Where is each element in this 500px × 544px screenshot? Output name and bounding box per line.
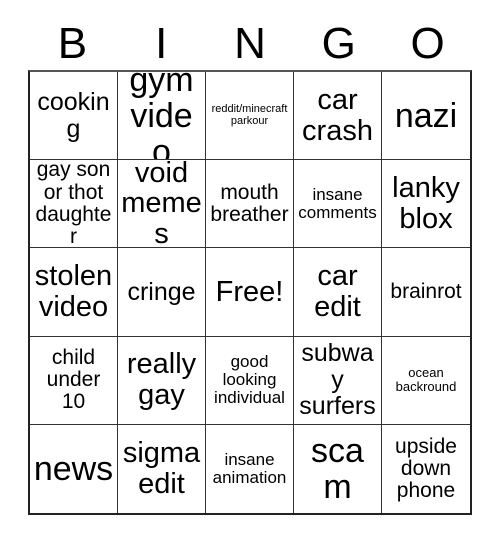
bingo-header: BINGO xyxy=(28,18,472,70)
bingo-cell[interactable]: void memes xyxy=(118,160,206,249)
bingo-cell[interactable]: cooking xyxy=(30,72,118,161)
bingo-cell[interactable]: good looking individual xyxy=(206,336,294,425)
bingo-cell[interactable]: car edit xyxy=(294,248,382,337)
bingo-cell[interactable]: sigma edit xyxy=(118,424,206,513)
bingo-cell-label: Free! xyxy=(215,275,284,308)
bingo-cell[interactable]: insane animation xyxy=(206,424,294,513)
bingo-cell-label: nazi xyxy=(394,96,458,135)
bingo-cell[interactable]: reddit/minecraft parkour xyxy=(206,72,294,161)
bingo-cell[interactable]: upside down phone xyxy=(382,424,470,513)
bingo-cell-label: cooking xyxy=(37,88,110,143)
bingo-cell-label: void memes xyxy=(121,160,202,249)
bingo-cell[interactable]: car crash xyxy=(294,72,382,161)
bingo-cell-label: gay son or thot daughter xyxy=(35,160,112,249)
bingo-header-letter-o: O xyxy=(410,19,445,68)
bingo-header-letter-i: I xyxy=(155,19,168,68)
bingo-cell-label: insane animation xyxy=(212,449,287,487)
bingo-cell-label: insane comments xyxy=(298,184,377,222)
bingo-cell[interactable]: mouth breather xyxy=(206,160,294,249)
bingo-cell[interactable]: subway surfers xyxy=(294,336,382,425)
bingo-cell-label: upside down phone xyxy=(395,434,457,503)
bingo-grid: cooking gym video reddit/minecraft parkour… xyxy=(28,70,472,515)
bingo-cell[interactable]: child under 10 xyxy=(30,336,118,425)
bingo-cell-label: reddit/minecraft parkour xyxy=(211,102,288,127)
bingo-cell[interactable]: really gay xyxy=(118,336,206,425)
bingo-cell[interactable]: news xyxy=(30,424,118,513)
bingo-cell-label: subway surfers xyxy=(299,339,376,421)
bingo-cell-label: sigma edit xyxy=(122,437,201,500)
bingo-cell[interactable]: nazi xyxy=(382,72,470,161)
bingo-cell-label: news xyxy=(33,449,114,488)
bingo-cell-label: cringe xyxy=(127,277,196,306)
bingo-cell[interactable]: scam xyxy=(294,424,382,513)
bingo-cell-label: car crash xyxy=(302,83,373,147)
bingo-cell[interactable]: cringe xyxy=(118,248,206,337)
bingo-header-letter-n: N xyxy=(234,19,266,68)
bingo-header-letter-g: G xyxy=(321,19,356,68)
bingo-cell-label: stolen video xyxy=(34,260,113,323)
bingo-free-space[interactable]: Free! xyxy=(206,248,294,337)
bingo-cell-label: brainrot xyxy=(390,279,462,303)
bingo-cell[interactable]: gay son or thot daughter xyxy=(30,160,118,249)
bingo-cell-label: ocean backround xyxy=(395,365,457,395)
bingo-cell[interactable]: insane comments xyxy=(294,160,382,249)
bingo-cell-label: scam xyxy=(311,431,364,506)
bingo-cell-label: gym video xyxy=(129,72,194,161)
bingo-cell-label: child under 10 xyxy=(46,345,101,414)
bingo-cell-label: good looking individual xyxy=(214,352,285,408)
bingo-header-letter-b: B xyxy=(57,19,88,68)
bingo-cell[interactable]: gym video xyxy=(118,72,206,161)
bingo-cell-label: lanky blox xyxy=(392,172,460,235)
bingo-cell[interactable]: brainrot xyxy=(382,248,470,337)
bingo-cell[interactable]: lanky blox xyxy=(382,160,470,249)
bingo-cell[interactable]: ocean backround xyxy=(382,336,470,425)
bingo-cell[interactable]: stolen video xyxy=(30,248,118,337)
bingo-card: B I N G O cooking gym video reddit/minecraft p… xyxy=(0,0,500,544)
bingo-cell-label: car edit xyxy=(314,260,361,323)
bingo-cell-label: really gay xyxy=(126,348,197,412)
bingo-cell-label: mouth breather xyxy=(210,180,289,226)
